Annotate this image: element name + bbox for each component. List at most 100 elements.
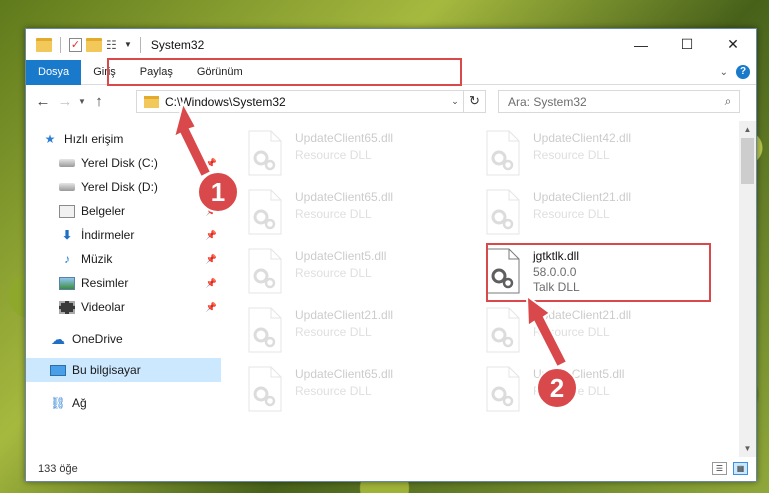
navigation-pane: ★ Hızlı erişim Yerel Disk (C:) 📌 Yerel D… [26,121,221,457]
recent-locations-caret-icon[interactable]: ▼ [76,97,88,106]
file-name: UpdateClient21.dll [533,308,632,322]
sidebar-item-disk-c[interactable]: Yerel Disk (C:) 📌 [26,151,221,175]
file-description: Resource DLL [533,384,610,398]
forward-arrow-icon[interactable]: → [54,93,76,110]
window-title: System32 [150,37,205,52]
file-item[interactable]: UpdateClient5.dll Resource DLL [460,362,690,417]
folder-icon [144,95,159,108]
new-folder-icon[interactable] [86,37,102,52]
chevron-down-icon[interactable]: ⌄ [720,67,728,78]
pin-icon[interactable]: 📌 [206,254,217,265]
status-bar: 133 öğe ☰ ▦ [26,457,756,481]
file-description: Resource DLL [533,148,610,162]
file-name: UpdateClient42.dll [533,131,632,145]
file-description: Resource DLL [295,148,372,162]
address-bar[interactable]: C:\Windows\System32 ⌄ ↻ [136,90,486,113]
sidebar-item-label: Bu bilgisayar [72,363,141,377]
search-box[interactable]: Ara: System32 ⌕ [498,90,740,113]
refresh-icon[interactable]: ↻ [463,91,485,112]
download-icon: ⬇ [61,227,73,242]
back-arrow-icon[interactable]: ← [32,93,54,110]
folder-icon[interactable] [36,37,52,52]
pin-icon[interactable]: 📌 [206,158,217,169]
sidebar-item-label: Belgeler [81,204,126,218]
sidebar-item-onedrive[interactable]: ☁ OneDrive [26,327,221,351]
dll-file-icon [248,248,282,294]
sidebar-item-label: Ağ [72,396,87,410]
scrollbar-thumb[interactable] [741,138,754,184]
pictures-icon [59,276,75,290]
cloud-icon: ☁ [51,330,65,347]
file-item[interactable]: UpdateClient65.dll Resource DLL [222,362,452,417]
dll-file-icon [486,307,520,353]
dll-file-icon [248,189,282,235]
maximize-button[interactable]: ☐ [664,29,710,60]
file-item[interactable]: UpdateClient21.dll Resource DLL [222,303,452,358]
dll-file-icon [486,130,520,176]
music-icon: ♪ [64,251,70,266]
search-input[interactable]: Ara: System32 [508,95,717,109]
sidebar-item-disk-d[interactable]: Yerel Disk (D:) 📌 [26,175,221,199]
properties-check-icon[interactable]: ✓ [69,37,82,52]
dll-file-icon [248,307,282,353]
address-dropdown-icon[interactable]: ⌄ [447,96,463,107]
sidebar-item-indirmeler[interactable]: ⬇ İndirmeler 📌 [26,223,221,247]
sidebar-item-quick-access[interactable]: ★ Hızlı erişim [26,127,221,151]
sidebar-item-videolar[interactable]: Videolar 📌 [26,295,221,319]
sidebar-item-belgeler[interactable]: Belgeler 📌 [26,199,221,223]
star-icon: ★ [44,131,56,146]
sidebar-item-label: İndirmeler [81,228,135,242]
file-item[interactable]: UpdateClient21.dll Resource DLL [460,185,690,240]
sidebar-item-ag[interactable]: ⛓ Ağ [26,391,221,415]
pin-icon[interactable]: 📌 [206,302,217,313]
file-description: Resource DLL [533,207,610,221]
file-description: Resource DLL [295,384,372,398]
pin-icon[interactable]: 📌 [206,230,217,241]
file-name: UpdateClient65.dll [295,367,394,381]
window-controls: — ☐ ✕ [618,29,756,60]
view-options-icon[interactable]: ☷ [106,38,120,52]
sidebar-item-label: Müzik [81,252,113,266]
dll-file-icon [486,366,520,412]
pin-icon[interactable]: 📌 [206,206,217,217]
minimize-button[interactable]: — [618,29,664,60]
toolbar-divider [60,36,61,53]
videos-icon [59,300,75,314]
address-path[interactable]: C:\Windows\System32 [165,95,447,109]
file-highlight [486,243,711,302]
customize-caret-icon[interactable]: ▼ [124,40,132,49]
sidebar-item-muzik[interactable]: ♪ Müzik 📌 [26,247,221,271]
details-view-icon[interactable]: ☰ [712,462,727,475]
question-icon[interactable]: ? [736,65,750,79]
up-arrow-icon[interactable]: ↑ [88,93,110,110]
tiles-view-icon[interactable]: ▦ [733,462,748,475]
file-name: UpdateClient5.dll [295,249,387,263]
ribbon-right-controls: ⌄ ? [720,65,750,79]
file-item[interactable]: UpdateClient42.dll Resource DLL [460,126,690,181]
file-item[interactable]: UpdateClient65.dll Resource DLL [222,126,452,181]
disk-icon [59,159,75,167]
file-item[interactable]: UpdateClient21.dll Resource DLL [460,303,690,358]
file-item[interactable]: UpdateClient65.dll Resource DLL [222,185,452,240]
sidebar-item-label: Yerel Disk (D:) [81,180,158,194]
quick-access-toolbar: ✓ ☷ ▼ [26,36,145,53]
pin-icon[interactable]: 📌 [206,182,217,193]
sidebar-item-label: Yerel Disk (C:) [81,156,158,170]
computer-icon [50,364,66,376]
sidebar-item-label: Resimler [81,276,129,290]
close-button[interactable]: ✕ [710,29,756,60]
sidebar-item-bu-bilgisayar[interactable]: Bu bilgisayar [26,358,221,382]
file-description: Resource DLL [295,325,372,339]
scroll-up-icon[interactable]: ▲ [739,121,756,138]
sidebar-item-resimler[interactable]: Resimler 📌 [26,271,221,295]
disk-icon [59,183,75,191]
vertical-scrollbar[interactable]: ▲ ▼ [739,121,756,457]
tab-dosya[interactable]: Dosya [26,59,82,85]
dll-file-icon [248,366,282,412]
scroll-down-icon[interactable]: ▼ [739,440,756,457]
file-item[interactable]: UpdateClient5.dll Resource DLL [222,244,452,299]
network-icon: ⛓ [50,395,66,410]
file-name: UpdateClient21.dll [533,190,632,204]
pin-icon[interactable]: 📌 [206,278,217,289]
search-icon[interactable]: ⌕ [717,94,739,109]
